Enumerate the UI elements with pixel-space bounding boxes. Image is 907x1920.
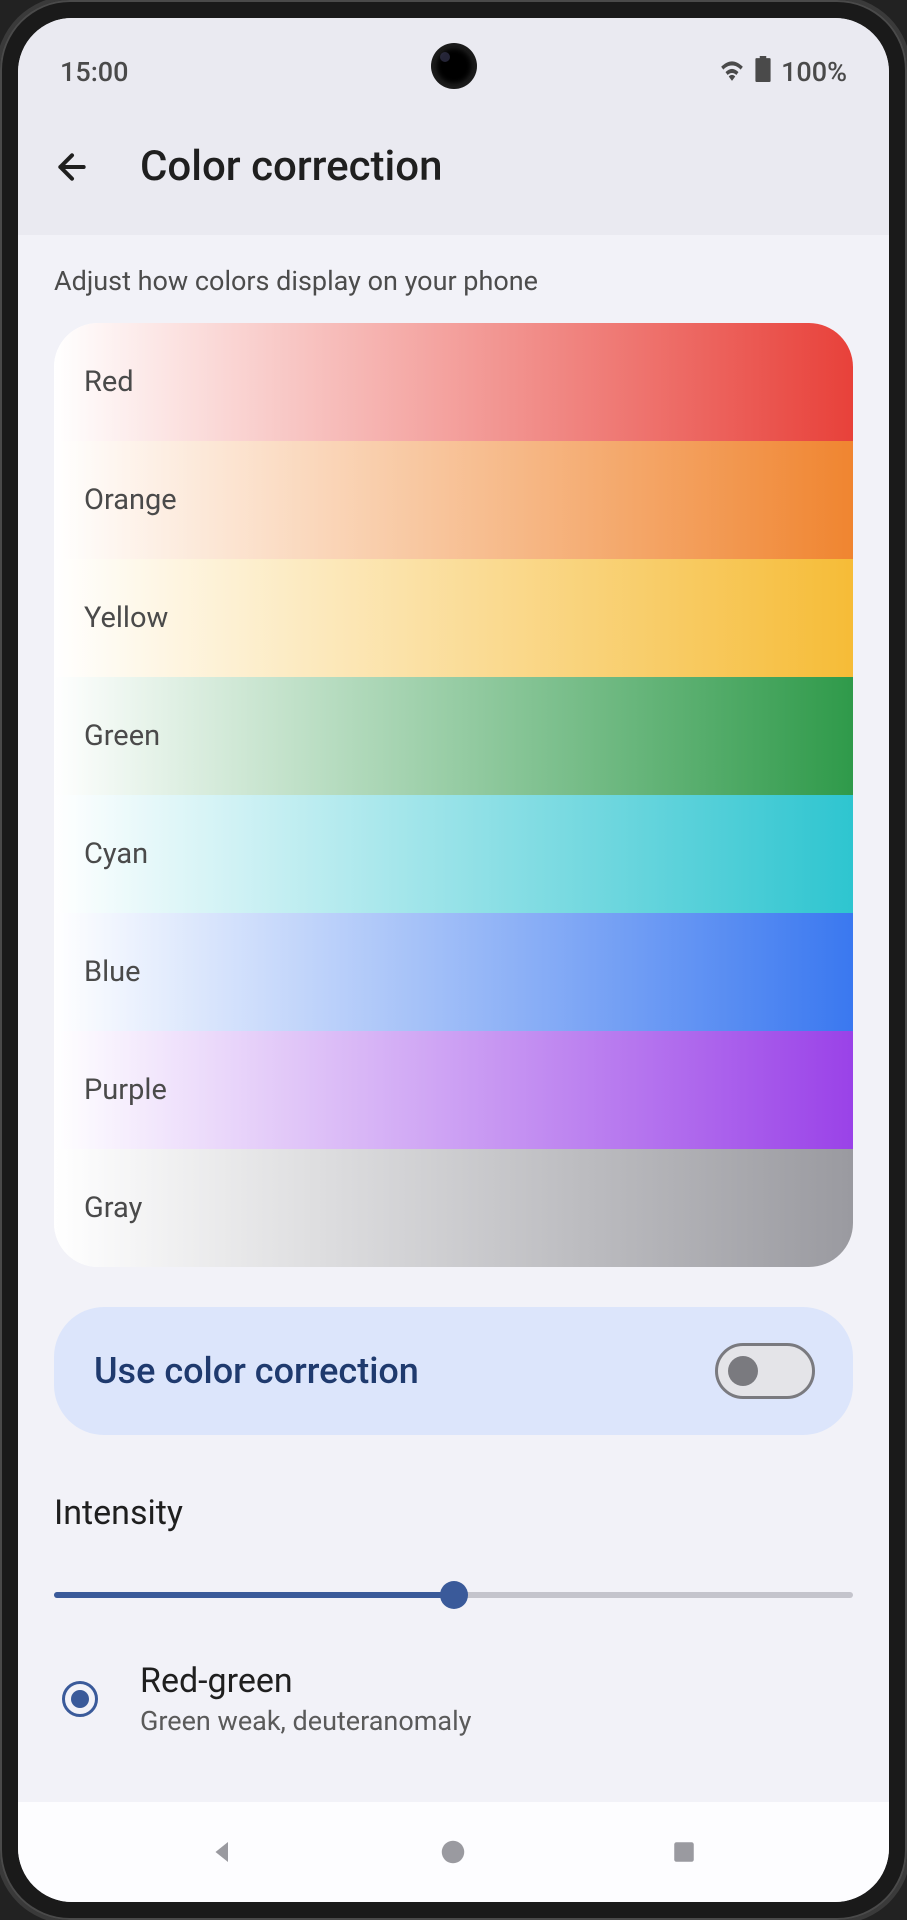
switch-thumb bbox=[728, 1356, 758, 1386]
color-gradient bbox=[54, 1149, 853, 1267]
use-color-correction-row[interactable]: Use color correction bbox=[54, 1307, 853, 1435]
front-camera bbox=[434, 46, 474, 86]
wifi-icon bbox=[719, 56, 745, 88]
back-button[interactable] bbox=[48, 143, 96, 191]
status-time: 15:00 bbox=[60, 56, 129, 88]
status-right: 100% bbox=[719, 56, 847, 89]
status-battery: 100% bbox=[781, 56, 847, 88]
color-label: Green bbox=[84, 719, 160, 753]
nav-recent[interactable] bbox=[654, 1822, 714, 1882]
option-red-green[interactable]: Red-green Green weak, deuteranomaly bbox=[18, 1631, 889, 1757]
color-row-yellow: Yellow bbox=[54, 559, 853, 677]
option-title: Red-green bbox=[140, 1661, 471, 1701]
content[interactable]: Adjust how colors display on your phone … bbox=[18, 235, 889, 1802]
battery-icon bbox=[755, 56, 771, 89]
nav-back[interactable] bbox=[193, 1822, 253, 1882]
color-label: Orange bbox=[84, 483, 177, 517]
page-title: Color correction bbox=[140, 142, 442, 191]
intensity-label: Intensity bbox=[54, 1493, 853, 1533]
color-row-cyan: Cyan bbox=[54, 795, 853, 913]
color-row-green: Green bbox=[54, 677, 853, 795]
navigation-bar bbox=[18, 1802, 889, 1902]
option-subtitle: Green weak, deuteranomaly bbox=[140, 1705, 471, 1737]
use-color-correction-switch[interactable] bbox=[715, 1343, 815, 1399]
color-label: Purple bbox=[84, 1073, 167, 1107]
option-text: Red-green Green weak, deuteranomaly bbox=[140, 1661, 471, 1737]
color-gradient bbox=[54, 677, 853, 795]
color-row-orange: Orange bbox=[54, 441, 853, 559]
color-gradient bbox=[54, 559, 853, 677]
header: Color correction bbox=[18, 108, 889, 235]
phone-frame: 15:00 100% Color correction Adjust how c… bbox=[0, 0, 907, 1920]
color-label: Yellow bbox=[84, 601, 168, 635]
color-preview-card: Red Orange Yellow Green Cyan Blue Purple Gray bbox=[54, 323, 853, 1267]
color-gradient bbox=[54, 1031, 853, 1149]
color-label: Cyan bbox=[84, 837, 148, 871]
color-gradient bbox=[54, 913, 853, 1031]
slider-thumb bbox=[440, 1581, 468, 1609]
radio-dot bbox=[71, 1690, 89, 1708]
screen: 15:00 100% Color correction Adjust how c… bbox=[18, 18, 889, 1902]
color-label: Red bbox=[84, 365, 134, 399]
color-label: Blue bbox=[84, 955, 141, 989]
toggle-label: Use color correction bbox=[94, 1350, 419, 1392]
nav-home[interactable] bbox=[423, 1822, 483, 1882]
color-gradient bbox=[54, 323, 853, 441]
color-row-purple: Purple bbox=[54, 1031, 853, 1149]
radio-red-green[interactable] bbox=[62, 1681, 98, 1717]
color-label: Gray bbox=[84, 1191, 142, 1225]
subtitle: Adjust how colors display on your phone bbox=[18, 235, 889, 323]
color-row-blue: Blue bbox=[54, 913, 853, 1031]
color-row-gray: Gray bbox=[54, 1149, 853, 1267]
slider-fill bbox=[54, 1592, 454, 1598]
color-row-red: Red bbox=[54, 323, 853, 441]
intensity-section: Intensity bbox=[18, 1435, 889, 1631]
color-gradient bbox=[54, 795, 853, 913]
intensity-slider[interactable] bbox=[54, 1579, 853, 1611]
